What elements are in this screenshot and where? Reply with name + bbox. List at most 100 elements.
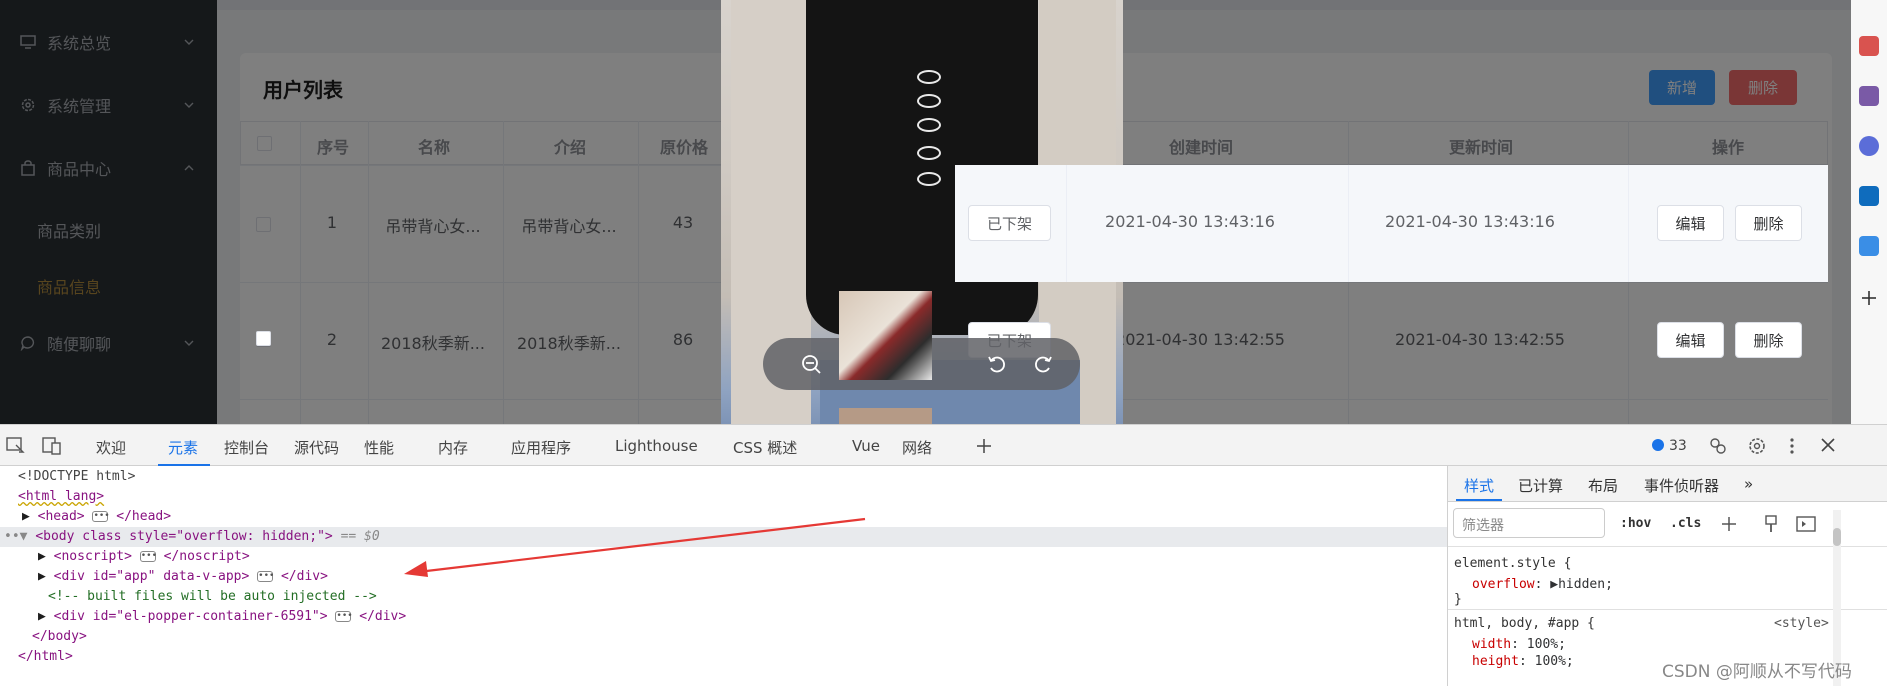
issues-icon[interactable] xyxy=(1652,439,1664,451)
styles-panel: 样式 已计算 布局 事件侦听器 » 筛选器 :hov .cls element.… xyxy=(1447,466,1887,686)
dom-comment[interactable]: <!-- built files will be auto injected -… xyxy=(48,587,377,607)
edit-button[interactable]: 编辑 xyxy=(1657,205,1724,241)
office-icon[interactable] xyxy=(1859,136,1879,156)
paint-brush-icon[interactable] xyxy=(1764,515,1778,533)
css-property: overflow xyxy=(1472,577,1535,592)
status-button[interactable]: 已下架 xyxy=(968,205,1051,241)
preview-image-lace xyxy=(917,94,941,108)
tab-css-overview[interactable]: CSS 概述 xyxy=(733,437,797,458)
thumbnail-image[interactable] xyxy=(839,291,932,380)
styles-tabbar: 样式 已计算 布局 事件侦听器 » xyxy=(1448,466,1887,502)
toggle-sidebar-icon[interactable] xyxy=(1796,516,1816,532)
tab-memory[interactable]: 内存 xyxy=(438,437,468,458)
row-updated: 2021-04-30 13:43:16 xyxy=(1385,212,1555,231)
screen: 系统总览 系统管理 商品中心 商品类别 商品信息 随便聊聊 xyxy=(0,0,1887,686)
delete-button[interactable]: 删除 xyxy=(1735,205,1802,241)
css-declaration[interactable]: height: 100%; xyxy=(1472,654,1574,669)
thumbnail-image[interactable] xyxy=(839,408,932,424)
css-value: hidden; xyxy=(1558,577,1613,592)
divider xyxy=(1448,609,1887,610)
tab-elements[interactable]: 元素 xyxy=(168,437,198,458)
tab-sources[interactable]: 源代码 xyxy=(294,437,339,458)
css-value: 100%; xyxy=(1534,654,1574,669)
outlook-icon[interactable] xyxy=(1859,186,1879,206)
send-icon[interactable] xyxy=(1859,236,1879,256)
hov-toggle[interactable]: :hov xyxy=(1620,516,1651,531)
more-options-icon[interactable] xyxy=(1788,436,1796,456)
column-divider xyxy=(1628,165,1629,282)
collapsed-dots-icon[interactable]: ••• xyxy=(257,571,274,582)
styles-filter-input[interactable]: 筛选器 xyxy=(1453,508,1605,538)
tab-lighthouse[interactable]: Lighthouse xyxy=(615,437,698,455)
tab-styles[interactable]: 样式 xyxy=(1464,475,1494,496)
preview-image-lace xyxy=(917,146,941,160)
tab-application[interactable]: 应用程序 xyxy=(511,437,571,458)
column-divider xyxy=(1066,165,1067,282)
annotation-arrow xyxy=(404,517,866,577)
toolbox-icon[interactable] xyxy=(1859,36,1879,56)
device-toolbar-icon[interactable] xyxy=(42,437,62,455)
tab-performance[interactable]: 性能 xyxy=(364,437,394,458)
dom-selected-marker: == $0 xyxy=(340,529,380,544)
rotate-right-icon[interactable] xyxy=(1032,353,1054,375)
dom-noscript-tag: <noscript> xyxy=(53,549,132,564)
tab-console[interactable]: 控制台 xyxy=(224,437,269,458)
tab-vue[interactable]: Vue xyxy=(852,437,880,455)
css-rule-selector[interactable]: html, body, #app { xyxy=(1454,616,1595,631)
delete-button[interactable]: 删除 xyxy=(1735,322,1802,358)
dom-ellipsis: ••▼ <body class style="overflow: hidden;… xyxy=(4,529,380,544)
add-tab-icon[interactable] xyxy=(975,437,993,455)
css-rule-source[interactable]: <style> xyxy=(1774,616,1829,631)
css-property: height xyxy=(1472,654,1519,669)
tab-layout[interactable]: 布局 xyxy=(1588,475,1618,496)
dom-popper-node[interactable]: ▶ <div id="el-popper-container-6591"> ••… xyxy=(38,607,406,627)
collapsed-dots-icon[interactable]: ••• xyxy=(139,551,157,562)
devtools-tabbar: 欢迎 元素 控制台 源代码 性能 内存 应用程序 Lighthouse CSS … xyxy=(0,424,1887,466)
plus-icon[interactable] xyxy=(1861,290,1877,306)
zoom-out-icon[interactable] xyxy=(800,353,822,375)
dom-html-close[interactable]: </html> xyxy=(18,647,73,667)
css-declaration[interactable]: overflow: ▶hidden; xyxy=(1472,577,1613,592)
css-property: width xyxy=(1472,637,1512,652)
hovered-row-overlay: 已下架 2021-04-30 13:43:16 2021-04-30 13:43… xyxy=(955,165,1828,282)
preview-image-lace xyxy=(917,118,941,132)
issues-count[interactable]: 33 xyxy=(1669,438,1687,454)
dom-body-open: <body class style="overflow: hidden;"> xyxy=(35,529,333,544)
css-value: 100%; xyxy=(1526,637,1566,652)
settings-gear-icon[interactable] xyxy=(1747,436,1767,456)
tab-network[interactable]: 网络 xyxy=(902,437,932,458)
dom-div-close: </div> xyxy=(359,609,407,624)
games-icon[interactable] xyxy=(1859,86,1879,106)
column-divider xyxy=(1348,165,1349,282)
divider xyxy=(1448,546,1887,547)
web-app: 系统总览 系统管理 商品中心 商品类别 商品信息 随便聊聊 xyxy=(0,0,1887,424)
browser-sidebar xyxy=(1851,0,1887,424)
new-rule-plus-icon[interactable] xyxy=(1720,515,1738,533)
dom-app-tag: <div id="app" data-v-app> xyxy=(53,569,250,584)
active-tab-indicator xyxy=(1456,499,1502,501)
css-rule-selector[interactable]: element.style { xyxy=(1454,556,1571,571)
tab-computed[interactable]: 已计算 xyxy=(1518,475,1563,496)
more-tabs-icon[interactable]: » xyxy=(1744,475,1753,493)
connection-icon[interactable] xyxy=(1708,436,1728,456)
scrollbar-thumb[interactable] xyxy=(1833,528,1841,546)
css-rule-close: } xyxy=(1454,592,1462,607)
rotate-left-icon[interactable] xyxy=(986,353,1008,375)
collapsed-dots-icon[interactable]: ••• xyxy=(335,611,353,622)
row-created: 2021-04-30 13:43:16 xyxy=(1105,212,1275,231)
dom-body-close[interactable]: </body> xyxy=(32,627,87,647)
close-icon[interactable] xyxy=(1820,437,1836,453)
dom-app-node[interactable]: ▶ <div id="app" data-v-app> ••• </div> xyxy=(38,567,328,587)
tab-event-listeners[interactable]: 事件侦听器 xyxy=(1644,475,1719,496)
row-checkbox[interactable] xyxy=(256,331,271,346)
edit-button[interactable]: 编辑 xyxy=(1657,322,1724,358)
dom-div-close: </div> xyxy=(280,569,328,584)
inspect-icon[interactable] xyxy=(6,437,26,455)
watermark: CSDN @阿顺从不写代码 xyxy=(1662,662,1852,682)
css-declaration[interactable]: width: 100%; xyxy=(1472,637,1566,652)
dom-popper-tag: <div id="el-popper-container-6591"> xyxy=(53,609,328,624)
thumbnail-strip xyxy=(839,291,932,424)
cls-toggle[interactable]: .cls xyxy=(1670,516,1701,531)
tab-welcome[interactable]: 欢迎 xyxy=(96,437,126,458)
dom-noscript-node[interactable]: ▶ <noscript> ••• </noscript> xyxy=(38,547,250,567)
